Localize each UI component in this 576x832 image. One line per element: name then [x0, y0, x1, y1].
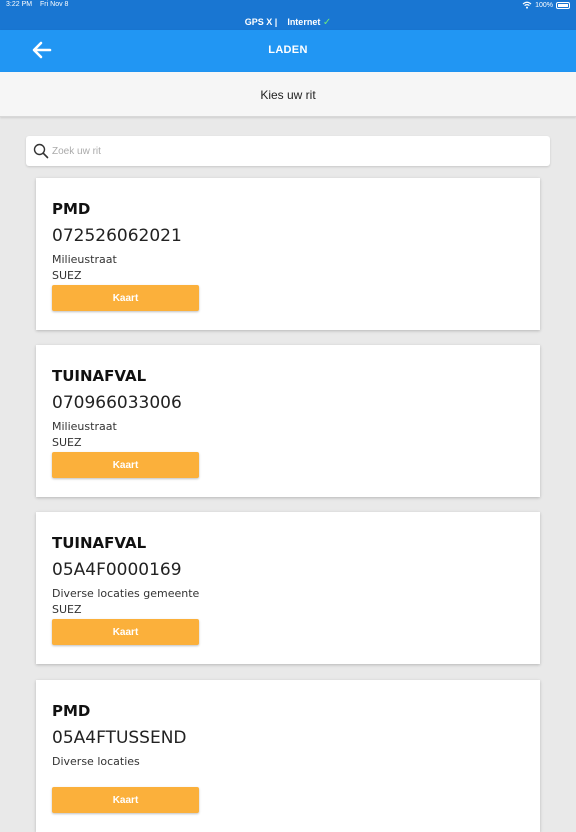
ride-type: PMD: [52, 200, 91, 218]
status-left: 3:22 PM Fri Nov 8: [6, 1, 74, 8]
search-bar[interactable]: [26, 136, 550, 166]
gps-status: GPS X |: [244, 17, 278, 27]
connection-status: GPS X | Internet ✓: [0, 17, 576, 28]
ride-location: Diverse locaties gemeente: [52, 587, 200, 600]
wifi-icon: [522, 1, 532, 9]
subheader: Kies uw rit: [0, 72, 576, 117]
subheader-text: Kies uw rit: [260, 88, 316, 102]
app-bar: LADEN: [0, 30, 576, 72]
ride-location: Diverse locaties: [52, 755, 140, 768]
ride-company: SUEZ: [52, 436, 82, 449]
ride-code: 070966033006: [52, 393, 182, 413]
map-button[interactable]: Kaart: [52, 619, 199, 645]
ride-company: SUEZ: [52, 269, 82, 282]
internet-status: Internet: [287, 17, 321, 27]
status-time: 3:22 PM: [6, 1, 33, 8]
battery-icon: [556, 1, 570, 9]
status-right: 100%: [522, 1, 570, 9]
ride-location: Milieustraat: [52, 420, 117, 433]
page-title: LADEN: [268, 44, 308, 56]
map-button[interactable]: Kaart: [52, 285, 199, 311]
ride-code: 05A4FTUSSEND: [52, 728, 187, 748]
map-button[interactable]: Kaart: [52, 452, 199, 478]
ride-type: TUINAFVAL: [52, 534, 147, 552]
check-icon: ✓: [322, 17, 332, 28]
ride-type: PMD: [52, 702, 91, 720]
status-bar: 3:22 PM Fri Nov 8 100% GPS X | Internet …: [0, 0, 576, 30]
search-icon: [33, 143, 49, 159]
ride-card: TUINAFVAL 05A4F0000169 Diverse locaties …: [36, 512, 540, 664]
ride-location: Milieustraat: [52, 253, 117, 266]
battery-percent: 100%: [535, 1, 553, 9]
ride-card: PMD 072526062021 Milieustraat SUEZ Kaart: [36, 178, 540, 330]
ride-code: 05A4F0000169: [52, 560, 182, 580]
status-date: Fri Nov 8: [40, 1, 69, 8]
ride-type: TUINAFVAL: [52, 367, 147, 385]
ride-company: SUEZ: [52, 603, 82, 616]
search-input[interactable]: [52, 136, 542, 166]
ride-card: TUINAFVAL 070966033006 Milieustraat SUEZ…: [36, 345, 540, 497]
ride-card: PMD 05A4FTUSSEND Diverse locaties Kaart: [36, 680, 540, 832]
ride-code: 072526062021: [52, 226, 182, 246]
map-button[interactable]: Kaart: [52, 787, 199, 813]
